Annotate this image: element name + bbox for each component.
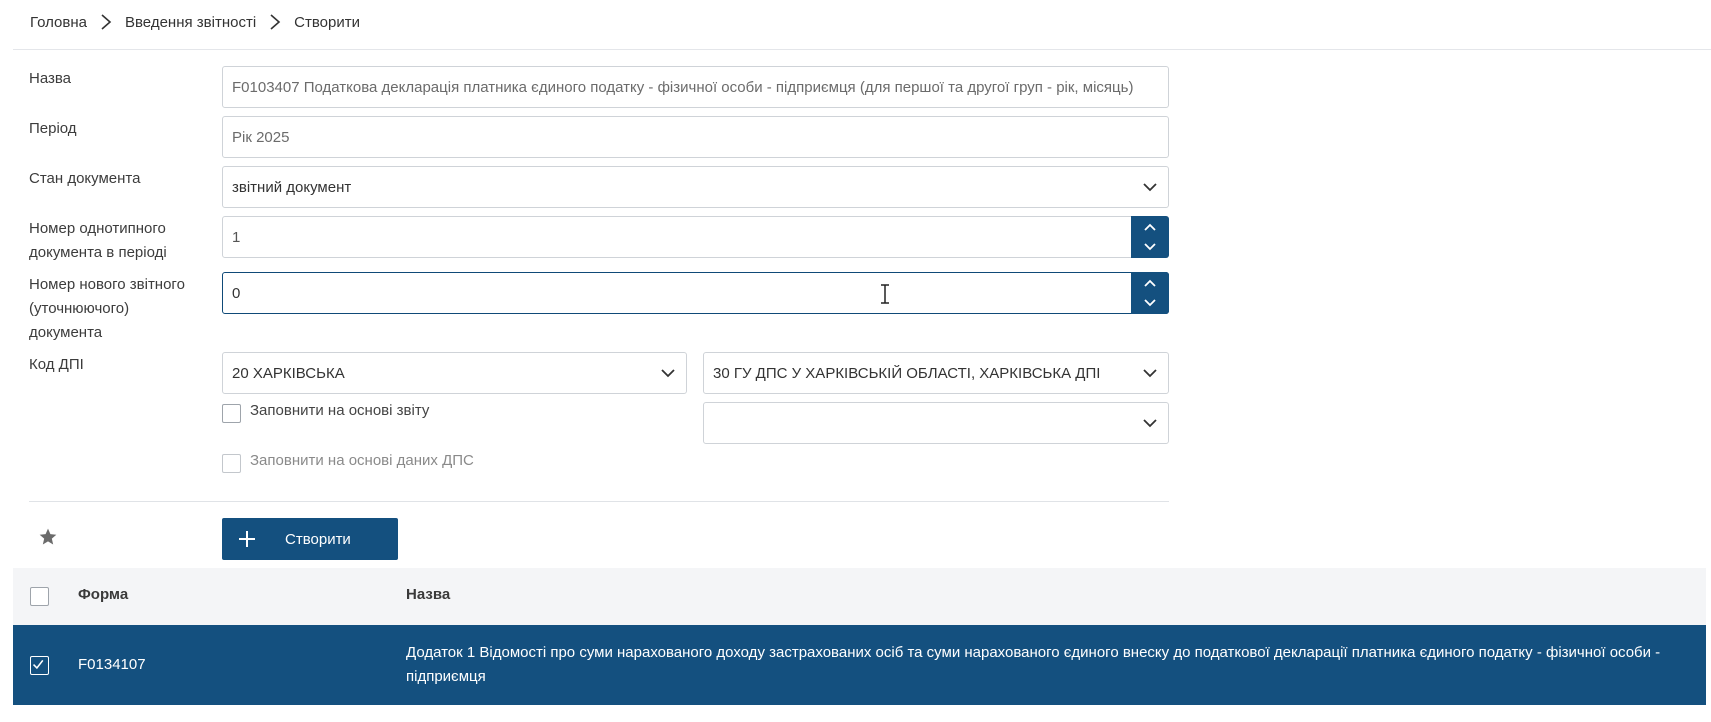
new-report-label: Номер нового звітного (уточнюючого) доку…	[29, 276, 185, 341]
same-type-label: Номер однотипного документа в періоді	[29, 220, 167, 261]
dpi-office-select[interactable]: 30 ГУ ДПС У ХАРКІВСЬКІЙ ОБЛАСТІ, ХАРКІВС…	[703, 352, 1169, 394]
select-all-checkbox[interactable]	[30, 587, 49, 606]
period-field: Рік 2025	[222, 116, 1169, 158]
text-cursor-icon	[881, 284, 889, 304]
fill-from-dps-checkbox[interactable]	[222, 454, 241, 473]
row-form-name: Додаток 1 Відомості про суми нарахованог…	[406, 644, 1661, 685]
name-field: F0103407 Податкова декларація платника є…	[222, 66, 1169, 108]
breadcrumb: Головна Введення звітності Створити	[30, 12, 360, 32]
chevron-down-icon	[1143, 369, 1157, 378]
state-select[interactable]: звітний документ	[222, 166, 1169, 208]
table-row[interactable]: F0134107 Додаток 1 Відомості про суми на…	[13, 625, 1706, 705]
plus-icon	[239, 531, 255, 547]
chevron-down-icon[interactable]	[1143, 239, 1157, 253]
dpi-office-value: 30 ГУ ДПС У ХАРКІВСЬКІЙ ОБЛАСТІ, ХАРКІВС…	[713, 364, 1101, 382]
create-button-label: Створити	[285, 530, 351, 548]
dpi-extra-select[interactable]	[703, 402, 1169, 444]
create-button[interactable]: Створити	[222, 518, 398, 560]
chevron-up-icon[interactable]	[1143, 277, 1157, 291]
form-divider	[29, 501, 1169, 502]
dpi-label: Код ДПІ	[29, 356, 84, 373]
chevron-right-icon	[264, 12, 286, 32]
chevron-down-icon	[1143, 183, 1157, 192]
fill-from-report-label: Заповнити на основі звіту	[250, 402, 430, 419]
new-report-number-input[interactable]: 0	[222, 272, 1169, 314]
checkmark-icon	[32, 659, 44, 670]
chevron-down-icon[interactable]	[1143, 295, 1157, 309]
breadcrumb-current: Створити	[294, 13, 360, 31]
header-divider	[13, 49, 1711, 50]
same-type-stepper[interactable]	[1131, 216, 1169, 258]
star-icon[interactable]	[38, 527, 58, 547]
same-type-number-input[interactable]: 1	[222, 216, 1169, 258]
row-checkbox[interactable]	[30, 656, 49, 675]
chevron-up-icon[interactable]	[1143, 221, 1157, 235]
new-report-value: 0	[232, 284, 241, 302]
chevron-right-icon	[95, 12, 117, 32]
column-header-form[interactable]: Форма	[78, 586, 128, 603]
same-type-value: 1	[232, 228, 241, 246]
fill-from-dps-label: Заповнити на основі даних ДПС	[250, 452, 474, 469]
new-report-stepper[interactable]	[1131, 272, 1169, 314]
table-header: Форма Назва	[13, 568, 1706, 625]
state-label: Стан документа	[29, 170, 141, 187]
dpi-region-select[interactable]: 20 ХАРКІВСЬКА	[222, 352, 687, 394]
breadcrumb-home[interactable]: Головна	[30, 14, 87, 31]
fill-from-report-checkbox[interactable]	[222, 404, 241, 423]
dpi-region-value: 20 ХАРКІВСЬКА	[232, 364, 345, 382]
row-form-code: F0134107	[78, 656, 146, 673]
chevron-down-icon	[661, 369, 675, 378]
period-label: Період	[29, 120, 77, 137]
period-value: Рік 2025	[232, 128, 290, 146]
breadcrumb-reports[interactable]: Введення звітності	[125, 14, 256, 31]
state-value: звітний документ	[232, 178, 352, 196]
chevron-down-icon	[1143, 419, 1157, 428]
name-label: Назва	[29, 70, 72, 87]
column-header-name[interactable]: Назва	[406, 586, 450, 603]
name-value: F0103407 Податкова декларація платника є…	[232, 78, 1134, 96]
